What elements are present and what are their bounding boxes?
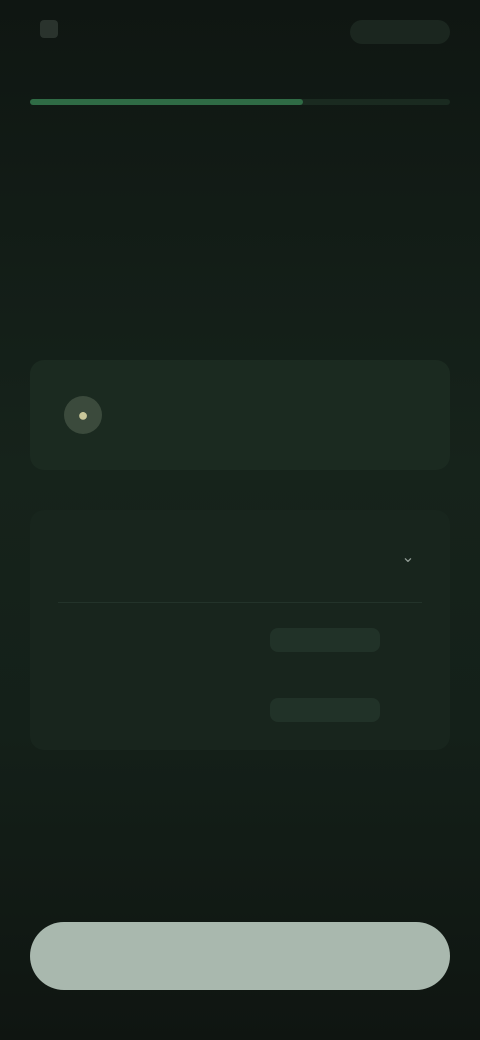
progress-bar [30,99,450,105]
continue-button[interactable] [30,922,450,990]
settings-row-label [58,700,238,720]
screen: ‹ ● ⌄ [0,0,480,1040]
notice-body [122,410,422,450]
brand-logo [40,20,58,38]
settings-row-label [58,630,238,650]
settings-row-value [270,546,380,570]
header-action-button[interactable] [350,20,450,44]
settings-row-3[interactable] [30,678,450,742]
lightbulb-icon: ● [64,396,102,434]
page-title [40,178,440,258]
settings-row-2[interactable] [30,608,450,672]
settings-card: ⌄ [30,510,450,750]
top-bar: ‹ [0,0,480,64]
settings-row-1[interactable]: ⌄ [30,526,450,590]
notice-title [122,382,422,402]
brand-text [66,24,136,38]
chevron-down-icon: ⌄ [401,549,415,566]
settings-row-value[interactable] [270,628,380,652]
divider [58,602,422,603]
settings-row-label [58,548,238,568]
settings-row-value[interactable] [270,698,380,722]
page-subtitle [50,268,430,320]
notice-card: ● [30,360,450,470]
progress-fill [30,99,303,105]
